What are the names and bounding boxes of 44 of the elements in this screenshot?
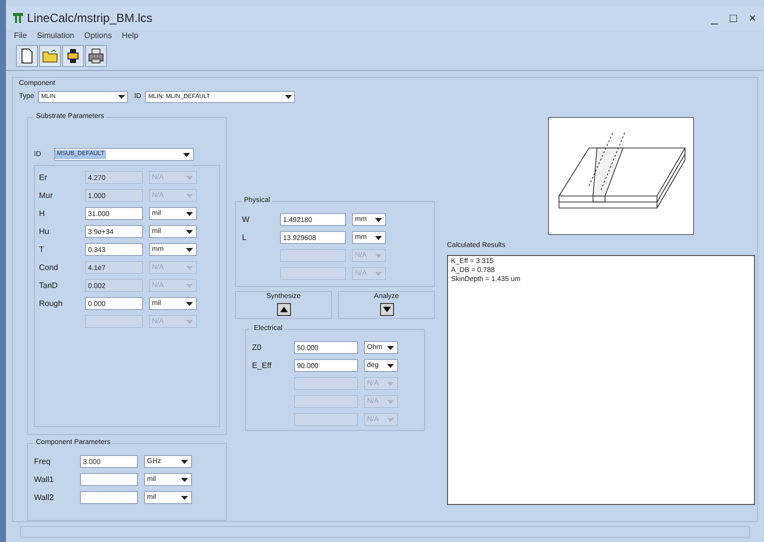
dropdown-arrow-icon[interactable] — [181, 478, 188, 482]
field-label: L — [242, 232, 248, 244]
dropdown-arrow-icon[interactable] — [375, 218, 382, 222]
window-control[interactable]: □ — [728, 8, 739, 27]
up-arrow-icon — [280, 306, 288, 313]
field-label: Rough — [39, 298, 64, 310]
field-label: TanD — [39, 280, 59, 292]
dropdown-arrow-icon[interactable] — [375, 236, 382, 240]
analyze-button[interactable] — [380, 302, 394, 316]
menu-item[interactable]: Options — [84, 30, 112, 42]
menu-item[interactable]: Simulation — [36, 30, 74, 42]
app-icon — [12, 12, 24, 24]
field-label: W — [242, 214, 251, 226]
field-label: Hu — [39, 226, 50, 238]
field-label: Wall1 — [34, 474, 55, 486]
dropdown-arrow-icon[interactable] — [118, 95, 126, 100]
dropdown-arrow-icon[interactable] — [183, 152, 190, 157]
menu-item[interactable]: Help — [122, 30, 138, 42]
menu-item[interactable]: File — [14, 30, 27, 42]
field-label: Er — [39, 172, 48, 184]
value-field[interactable] — [80, 473, 138, 486]
dropdown-arrow-icon[interactable] — [186, 302, 193, 306]
field-label: Cond — [39, 262, 60, 274]
down-arrow-icon — [382, 306, 390, 313]
field-label: Z0 — [252, 342, 262, 354]
synthesize-button[interactable] — [276, 302, 290, 316]
window-title: LineCalc/mstrip_BM.lcs — [27, 10, 152, 27]
field-label: H — [39, 208, 46, 220]
window-control[interactable]: _ — [709, 8, 720, 27]
field-label: Freq — [34, 456, 52, 468]
window-control[interactable]: × — [746, 8, 758, 27]
dropdown-arrow-icon[interactable] — [387, 346, 394, 350]
dropdown-arrow-icon[interactable] — [285, 95, 292, 100]
dropdown-arrow-icon[interactable] — [387, 364, 394, 368]
field-label: T — [39, 244, 45, 256]
dropdown-arrow-icon[interactable] — [186, 212, 193, 216]
field-label: Mur — [39, 190, 54, 202]
field-label: E_Eff — [252, 360, 272, 372]
dropdown-arrow-icon[interactable] — [181, 460, 188, 464]
dropdown-arrow-icon[interactable] — [186, 248, 193, 252]
value-field[interactable] — [80, 491, 138, 504]
dropdown-arrow-icon[interactable] — [181, 496, 188, 500]
field-label: Wall2 — [34, 492, 55, 504]
dropdown-arrow-icon[interactable] — [186, 230, 193, 234]
